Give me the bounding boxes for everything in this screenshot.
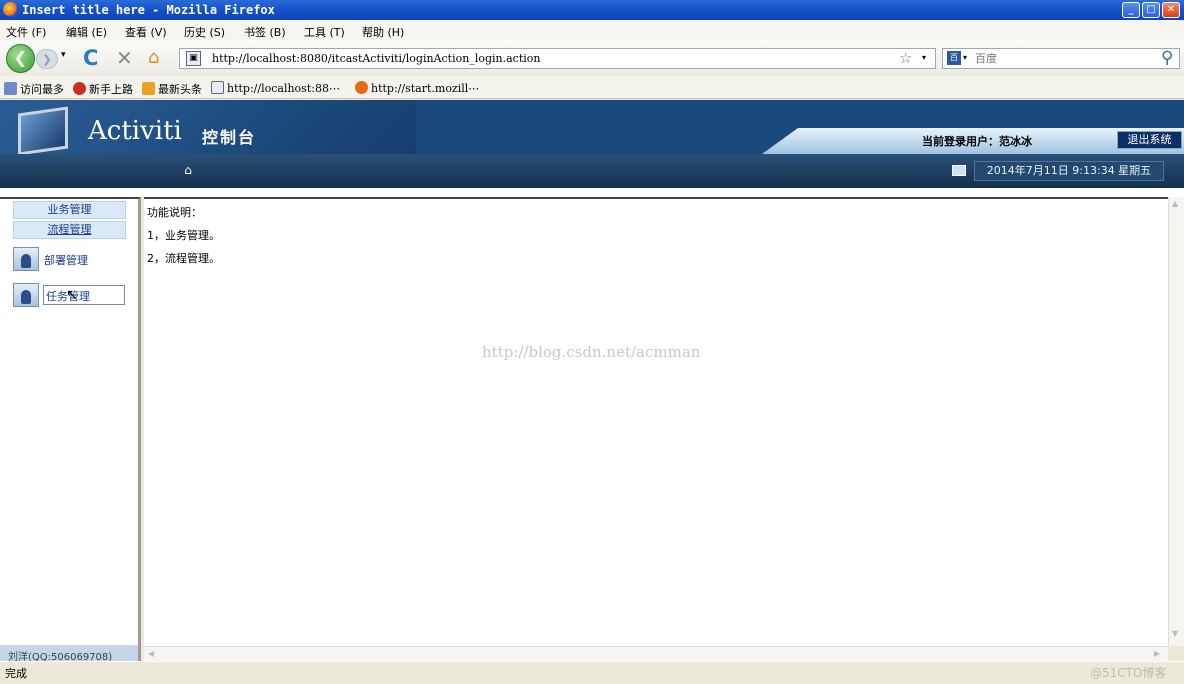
page-favicon-icon: ▣ — [186, 51, 201, 66]
horizontal-scrollbar[interactable]: ◀ ▶ — [144, 646, 1168, 661]
header-divider — [0, 188, 1184, 197]
search-bar[interactable]: 百 ▾ ⚲ — [942, 48, 1180, 69]
content-line: 2，流程管理。 — [147, 252, 220, 265]
minimize-button[interactable]: _ — [1122, 2, 1140, 18]
window-title: Insert title here - Mozilla Firefox — [22, 3, 275, 17]
page-icon — [211, 81, 224, 94]
datetime-display: 2014年7月11日 9:13:34 星期五 — [974, 161, 1164, 181]
home-icon[interactable]: ⌂ — [180, 163, 196, 177]
url-bar[interactable]: ▣ http://localhost:8080/itcastActiviti/l… — [179, 48, 936, 69]
search-engine-icon[interactable]: 百 — [947, 51, 961, 65]
main-content: 功能说明： 1，业务管理。 2，流程管理。 http://blog.csdn.n… — [144, 197, 1168, 646]
app-logo-block: Activiti 控制台 — [0, 100, 416, 156]
history-dropdown-icon[interactable]: ▾ — [61, 50, 66, 60]
scroll-left-icon[interactable]: ◀ — [148, 649, 154, 658]
menu-file[interactable]: 文件 (F) — [6, 24, 46, 40]
task-user-icon — [13, 283, 39, 307]
bookmark-getting-started[interactable]: 新手上路 — [73, 81, 133, 97]
app-logo-subtitle: 控制台 — [202, 128, 257, 147]
bookmark-folder-icon — [4, 82, 17, 95]
watermark-text: http://blog.csdn.net/acmman — [482, 343, 701, 361]
bookmark-label: http://localhost:88⋯ — [227, 82, 340, 95]
user-icon — [13, 247, 39, 271]
mouse-cursor-icon: ↖ — [66, 287, 78, 303]
status-text: 完成 — [5, 667, 27, 680]
bookmark-star-icon[interactable]: ☆ — [899, 49, 912, 67]
home-button[interactable]: ⌂ — [148, 47, 159, 68]
menu-help[interactable]: 帮助 (H) — [362, 24, 404, 40]
search-icon[interactable]: ⚲ — [1161, 48, 1173, 68]
bookmark-label: 访问最多 — [20, 83, 64, 96]
sidebar: 业务管理 流程管理 部署管理 任务管理 ↖ 刘洋(QQ:506069708) — [0, 197, 141, 663]
scroll-up-icon[interactable]: ▲ — [1172, 199, 1178, 208]
sidebar-nav-business[interactable]: 业务管理 — [13, 201, 126, 219]
back-button[interactable]: ❮ — [6, 44, 35, 73]
scroll-right-icon[interactable]: ▶ — [1154, 649, 1160, 658]
menu-bookmarks[interactable]: 书签 (B) — [244, 24, 286, 40]
bookmark-localhost[interactable]: http://localhost:88⋯ — [211, 81, 340, 95]
bookmark-label: 新手上路 — [89, 83, 133, 96]
sidebar-nav-process[interactable]: 流程管理 — [13, 221, 126, 239]
search-input[interactable] — [975, 52, 1155, 65]
firefox-logo-icon — [3, 2, 18, 17]
maximize-button[interactable]: □ — [1142, 2, 1160, 18]
url-dropdown-icon[interactable]: ▾ — [922, 53, 926, 62]
app-header: Activiti 控制台 当前登录用户：范冰冰 退出系统 — [0, 100, 1184, 156]
bookmark-latest-headlines[interactable]: 最新头条 — [142, 81, 202, 97]
bookmark-mozilla-start[interactable]: http://start.mozill⋯ — [355, 81, 479, 95]
window-titlebar: Insert title here - Mozilla Firefox _ □ … — [0, 0, 1184, 20]
sidebar-item-label[interactable]: 部署管理 — [44, 252, 88, 268]
status-watermark: @51CTO博客 — [1090, 666, 1167, 680]
monitor-logo-icon — [18, 106, 68, 156]
content-heading: 功能说明： — [147, 206, 202, 219]
bookmark-label: http://start.mozill⋯ — [371, 82, 480, 95]
logout-button[interactable]: 退出系统 — [1117, 131, 1182, 149]
search-engine-dropdown-icon[interactable]: ▾ — [963, 53, 967, 62]
reload-button[interactable]: C — [83, 46, 98, 70]
menu-view[interactable]: 查看 (V) — [125, 24, 167, 40]
firefox-icon — [355, 81, 368, 94]
monitor-icon — [952, 165, 966, 176]
content-line: 1，业务管理。 — [147, 229, 220, 242]
scroll-down-icon[interactable]: ▼ — [1172, 629, 1178, 638]
bookmarks-bar: 访问最多 新手上路 最新头条 http://localhost:88⋯ http… — [0, 76, 1184, 99]
sidebar-item-label[interactable]: 任务管理 — [43, 285, 125, 305]
menu-bar: 文件 (F) 编辑 (E) 查看 (V) 历史 (S) 书签 (B) 工具 (T… — [0, 20, 1184, 40]
menu-tools[interactable]: 工具 (T) — [304, 24, 345, 40]
menu-history[interactable]: 历史 (S) — [184, 24, 225, 40]
forward-button[interactable]: ❯ — [36, 49, 58, 69]
stop-button[interactable]: ✕ — [116, 46, 133, 70]
current-user-label: 当前登录用户：范冰冰 — [922, 135, 1032, 148]
app-subheader: ⌂ 2014年7月11日 9:13:34 星期五 — [0, 154, 1184, 188]
app-logo-text: Activiti — [88, 116, 182, 146]
bookmark-most-visited[interactable]: 访问最多 — [4, 81, 64, 97]
bookmark-firefox-icon — [73, 82, 86, 95]
menu-edit[interactable]: 编辑 (E) — [66, 24, 107, 40]
bookmark-label: 最新头条 — [158, 83, 202, 96]
vertical-scrollbar[interactable]: ▲ ▼ — [1168, 197, 1184, 646]
url-text[interactable]: http://localhost:8080/itcastActiviti/log… — [212, 52, 540, 65]
rss-feed-icon — [142, 82, 155, 95]
status-bar: 完成 @51CTO博客 — [0, 661, 1184, 684]
close-button[interactable]: ✕ — [1162, 2, 1180, 18]
